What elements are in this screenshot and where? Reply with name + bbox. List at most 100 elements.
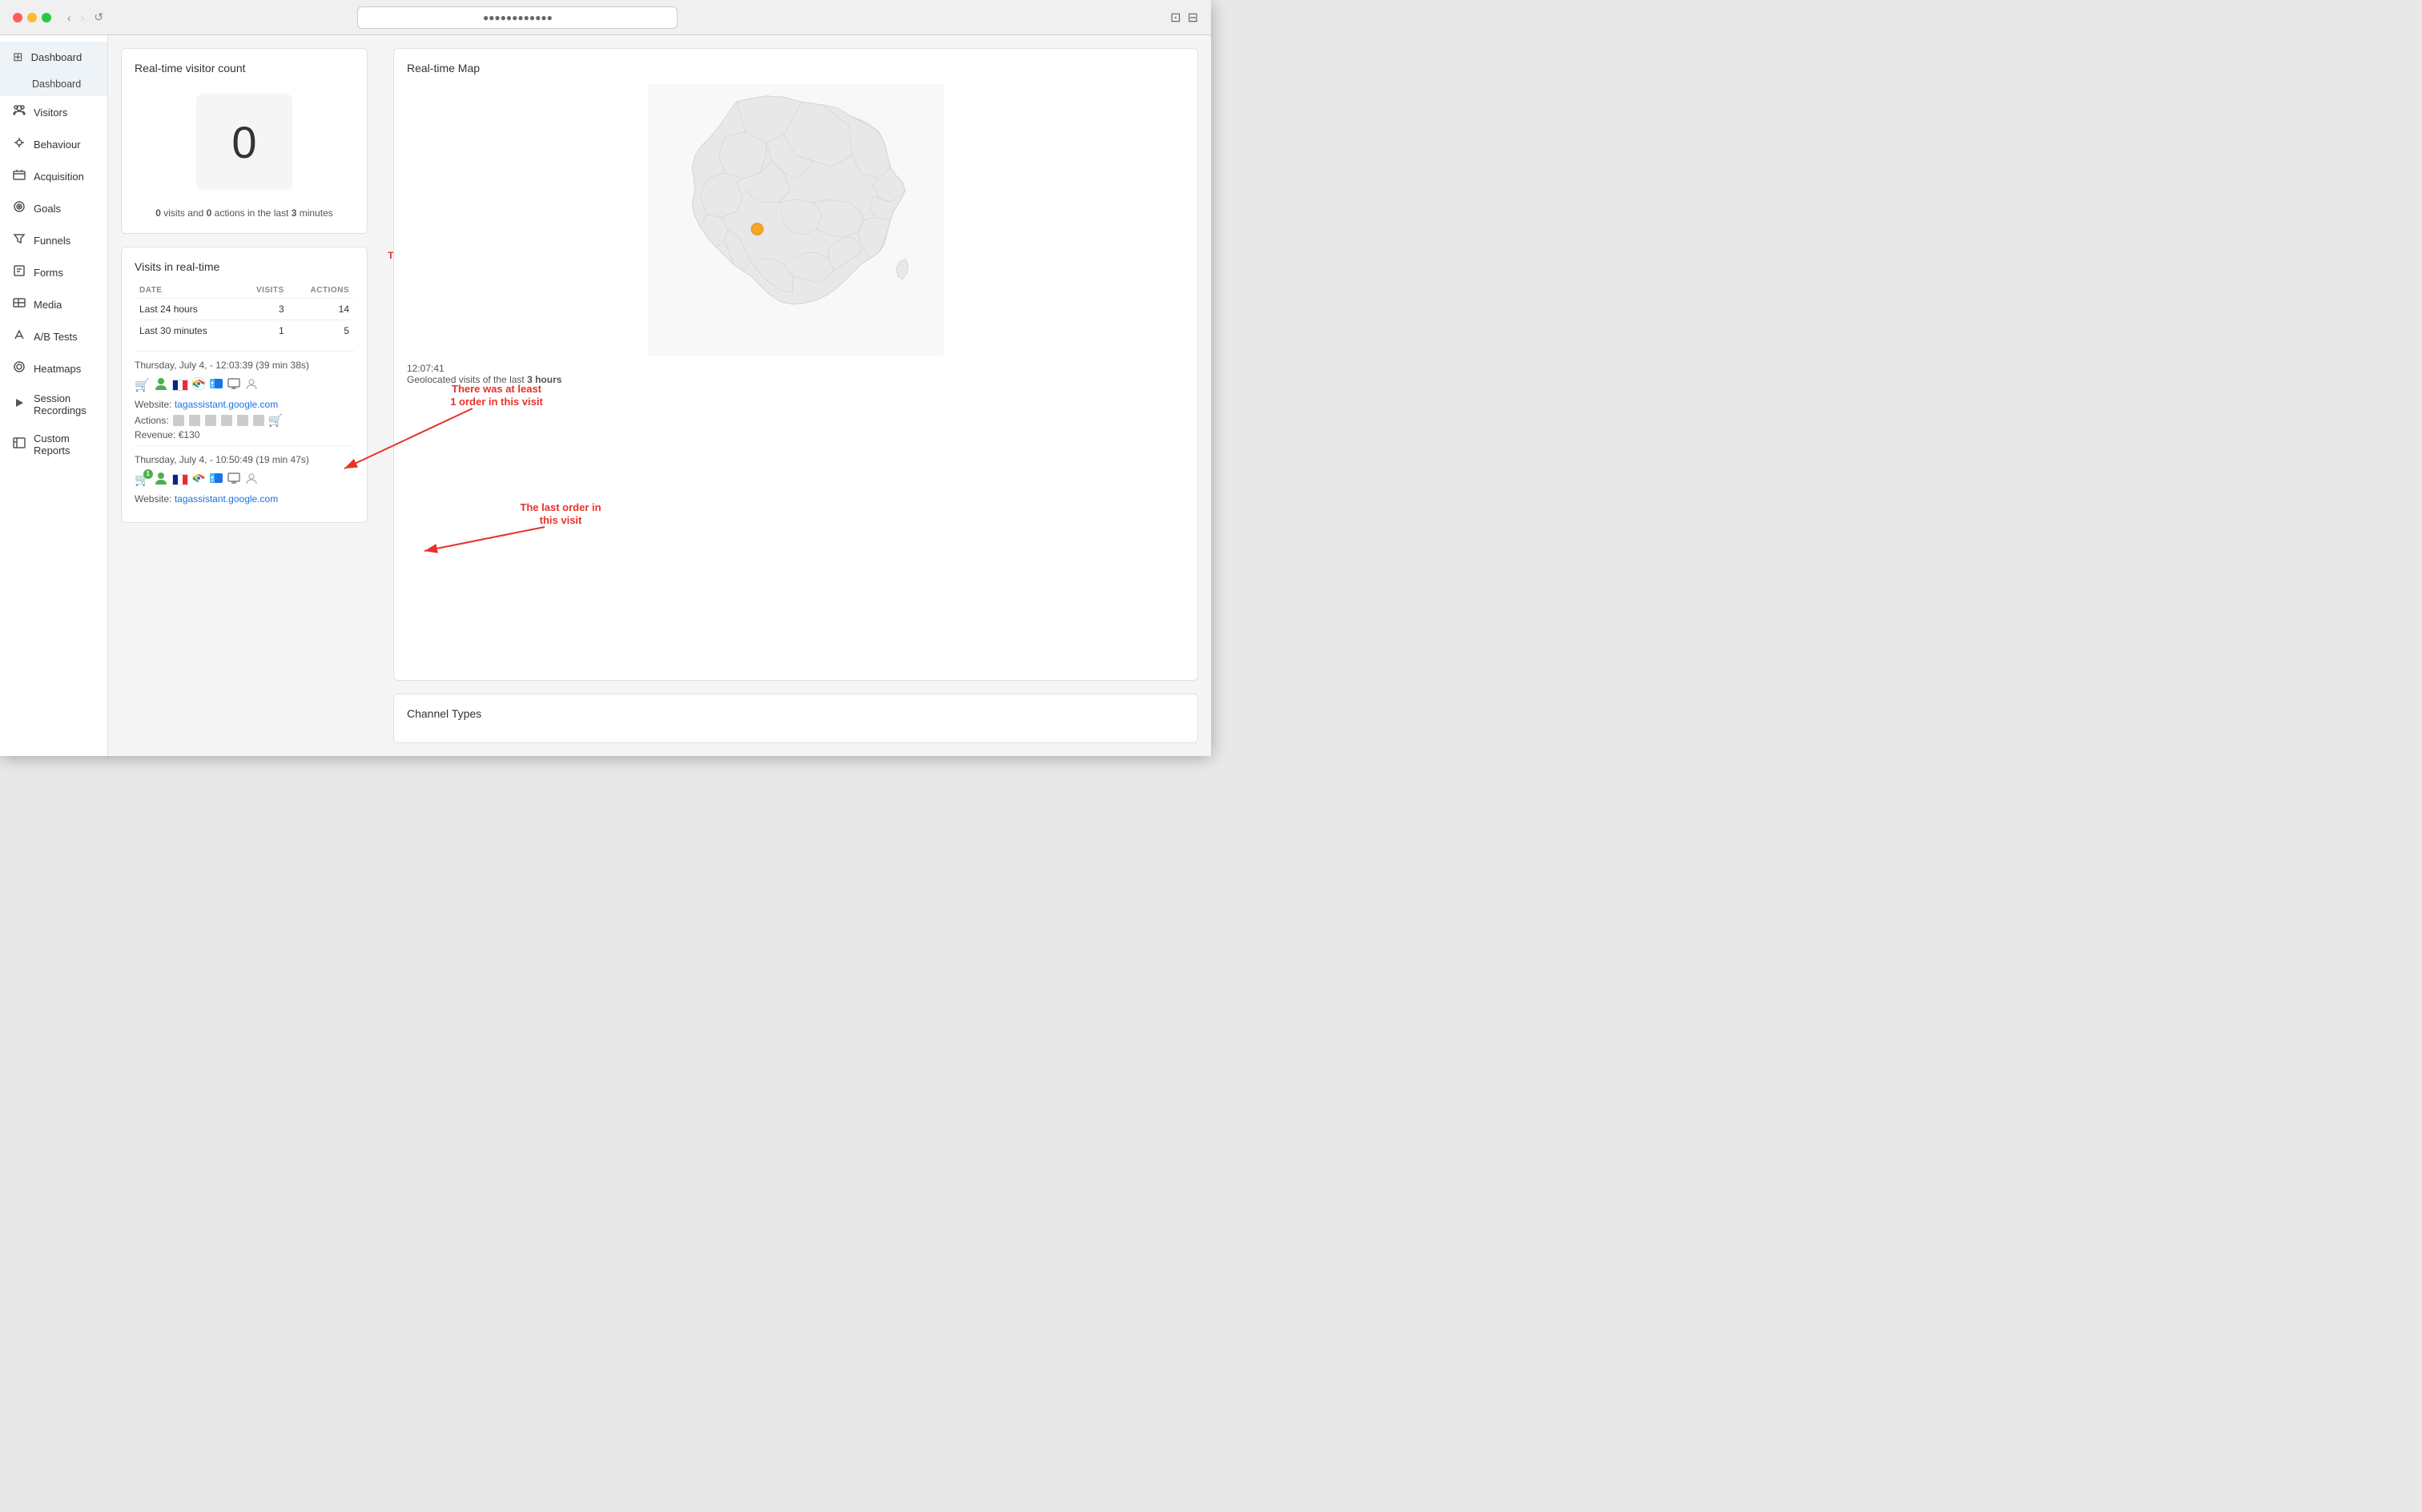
minimize-button[interactable] [27, 13, 37, 22]
revenue-amount: €130 [179, 429, 200, 440]
realtime-map-title: Real-time Map [407, 62, 1185, 74]
location-marker [751, 223, 763, 235]
reload-button[interactable]: ↺ [91, 9, 107, 26]
realtime-visitor-title: Real-time visitor count [135, 62, 354, 74]
sidebar-subitem-label: Dashboard [32, 78, 81, 90]
back-button[interactable]: ‹ [64, 9, 74, 26]
row-date: Last 24 hours [135, 299, 239, 320]
nav-buttons: ‹ › ↺ [64, 9, 107, 26]
row-date: Last 30 minutes [135, 320, 239, 342]
forward-button[interactable]: › [78, 9, 88, 26]
address-bar[interactable]: ●●●●●●●●●●●● [357, 6, 678, 29]
visit-icons-1: 🛒 [135, 376, 354, 394]
map-geo-label: Geolocated visits of the last 3 hours [407, 374, 1185, 385]
summary-minutes: 3 [292, 207, 297, 219]
realtime-visits-title: Visits in real-time [135, 260, 354, 273]
split-view-icon[interactable]: ⊟ [1188, 10, 1198, 26]
user-silhouette-icon [244, 376, 259, 393]
right-panel: Real-time Map [380, 35, 1211, 756]
map-geo-hours: 3 hours [527, 374, 561, 385]
action-file-icon [221, 415, 232, 426]
visit-website-2: Website: tagassistant.google.com [135, 493, 354, 505]
sidebar-item-goals[interactable]: Goals [0, 192, 107, 224]
row-visits: 1 [239, 320, 289, 342]
sidebar-item-heatmaps[interactable]: Heatmaps [0, 352, 107, 384]
france-flag-icon [172, 380, 188, 391]
sidebar-item-funnels[interactable]: Funnels [0, 224, 107, 256]
visitor-count-display: 0 [196, 94, 292, 190]
finder-icon [209, 376, 223, 393]
realtime-visitor-card: Real-time visitor count 0 0 visits and 0… [121, 48, 368, 234]
visit-datetime-1: Thursday, July 4, - 12:03:39 (39 min 38s… [135, 360, 354, 371]
user-silhouette-icon-2 [244, 471, 259, 488]
chrome-icon-2 [191, 471, 206, 488]
col-date: DATE [135, 283, 239, 299]
left-panel: Real-time visitor count 0 0 visits and 0… [108, 35, 380, 756]
sidebar-subitem-dashboard[interactable]: Dashboard [0, 72, 107, 96]
col-actions: ACTIONS [289, 283, 354, 299]
row-actions: 14 [289, 299, 354, 320]
acquisition-icon [13, 168, 26, 184]
main-content: Real-time visitor count 0 0 visits and 0… [108, 35, 1211, 756]
action-file-icon [237, 415, 248, 426]
sidebar-item-label: Media [34, 299, 62, 311]
summary-visits: 0 [155, 207, 161, 219]
visit-revenue-1: Revenue: €130 [135, 429, 354, 440]
custom-reports-icon [13, 436, 26, 452]
sidebar-item-custom-reports[interactable]: Custom Reports [0, 424, 107, 464]
desktop-icon-2 [227, 471, 241, 488]
visit-entry-2: Thursday, July 4, - 10:50:49 (19 min 47s… [135, 445, 354, 513]
funnels-icon [13, 232, 26, 248]
sidebar-item-ab-tests[interactable]: A/B Tests [0, 320, 107, 352]
traffic-lights [13, 13, 51, 22]
visit-entry-1: Thursday, July 4, - 12:03:39 (39 min 38s… [135, 351, 354, 445]
sidebar-item-label: Forms [34, 267, 63, 279]
visit-icons-2: 🛒 1 [135, 470, 354, 489]
sidebar-item-label: Heatmaps [34, 363, 81, 375]
sidebar-item-label: Funnels [34, 235, 70, 247]
sidebar-item-behaviour[interactable]: Behaviour [0, 128, 107, 160]
row-visits: 3 [239, 299, 289, 320]
visitors-icon [13, 104, 26, 120]
sidebar-item-label: Visitors [34, 107, 67, 119]
sidebar: ⊞ Dashboard Dashboard Visitors [0, 35, 108, 756]
chrome-icon [191, 376, 206, 393]
sidebar-item-visitors[interactable]: Visitors [0, 96, 107, 128]
maximize-button[interactable] [42, 13, 51, 22]
address-text: ●●●●●●●●●●●● [483, 12, 553, 23]
sidebar-item-media[interactable]: Media [0, 288, 107, 320]
sidebar-item-forms[interactable]: Forms [0, 256, 107, 288]
close-button[interactable] [13, 13, 22, 22]
website-link-2[interactable]: tagassistant.google.com [175, 493, 278, 505]
realtime-visits-card: Visits in real-time There was at least 1… [121, 247, 368, 523]
channel-types-card: Channel Types [393, 694, 1198, 743]
sidebar-toggle-icon[interactable]: ⊡ [1170, 10, 1181, 26]
sidebar-item-dashboard[interactable]: ⊞ Dashboard [0, 42, 107, 72]
visits-table: DATE VISITS ACTIONS Last 24 hours 3 14 [135, 283, 354, 341]
browser-content: ⊞ Dashboard Dashboard Visitors [0, 35, 1211, 756]
row-actions: 5 [289, 320, 354, 342]
sidebar-item-label: A/B Tests [34, 331, 78, 343]
sidebar-item-acquisition[interactable]: Acquisition [0, 160, 107, 192]
visitor-count-number: 0 [231, 116, 256, 168]
cart-action-icon: 🛒 [268, 413, 284, 428]
sidebar-item-label: Session Recordings [34, 392, 95, 416]
sidebar-item-label: Goals [34, 203, 61, 215]
cart-badge: 1 [143, 469, 153, 479]
sidebar-item-label: Dashboard [31, 51, 82, 63]
forms-icon [13, 264, 26, 280]
action-file-icon [173, 415, 184, 426]
action-file-icon [189, 415, 200, 426]
cart-icon: 🛒 [135, 378, 150, 392]
desktop-icon [227, 376, 241, 393]
realtime-map-card: Real-time Map [393, 48, 1198, 681]
visit-datetime-2: Thursday, July 4, - 10:50:49 (19 min 47s… [135, 454, 354, 465]
finder-icon-2 [209, 471, 223, 488]
website-link-1[interactable]: tagassistant.google.com [175, 399, 278, 410]
session-recordings-icon [13, 396, 26, 412]
sidebar-item-session-recordings[interactable]: Session Recordings [0, 384, 107, 424]
media-icon [13, 296, 26, 312]
behaviour-icon [13, 136, 26, 152]
person-icon [153, 376, 169, 394]
sidebar-item-label: Behaviour [34, 139, 81, 151]
